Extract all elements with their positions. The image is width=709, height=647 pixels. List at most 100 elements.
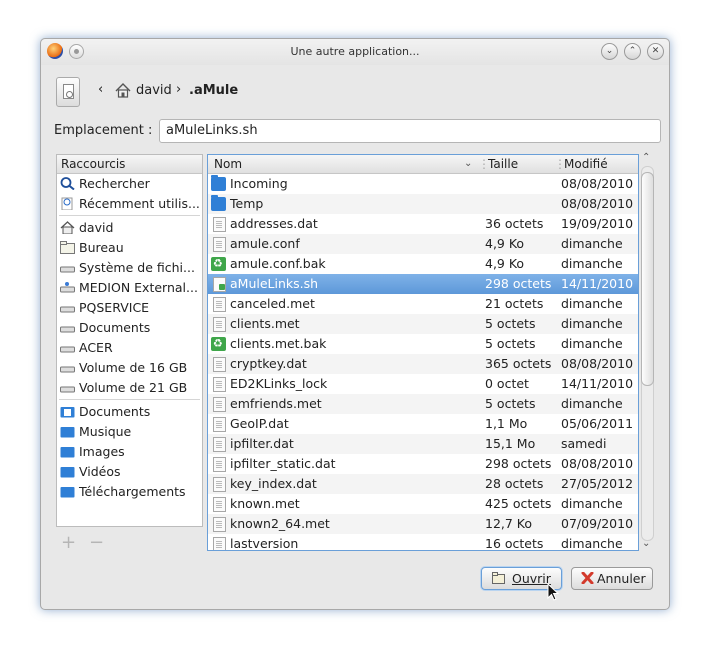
place-label: david	[79, 220, 114, 235]
place-item-videos[interactable]: Vidéos	[57, 462, 202, 482]
cancel-button[interactable]: Annuler	[571, 567, 653, 590]
place-label: Documents	[79, 404, 151, 419]
file-name: lastversion	[230, 536, 299, 551]
place-item-volume-16[interactable]: Volume de 16 GB	[57, 358, 202, 378]
file-row[interactable]: ipfilter.dat 15,1 Mo samedi	[208, 434, 638, 454]
place-item-acer[interactable]: ACER	[57, 338, 202, 358]
file-row[interactable]: key_index.dat 28 octets 27/05/2012	[208, 474, 638, 494]
file-modified: dimanche	[561, 396, 623, 411]
search-icon	[60, 177, 75, 190]
file-modified: 05/06/2011	[561, 416, 634, 431]
file-row[interactable]: amule.conf.bak 4,9 Ko dimanche	[208, 254, 638, 274]
file-size: 0 octet	[485, 376, 529, 391]
drive-icon	[60, 366, 75, 373]
file-row[interactable]: lastversion 16 octets dimanche	[208, 534, 638, 551]
breadcrumb-item-current[interactable]: .aMule	[189, 83, 238, 98]
place-item-documents[interactable]: Documents	[57, 402, 202, 422]
file-row[interactable]: clients.met 5 octets dimanche	[208, 314, 638, 334]
place-item-volume-21[interactable]: Volume de 21 GB	[57, 378, 202, 398]
file-modified: dimanche	[561, 236, 623, 251]
file-row[interactable]: known2_64.met 12,7 Ko 07/09/2010	[208, 514, 638, 534]
file-row[interactable]: canceled.met 21 octets dimanche	[208, 294, 638, 314]
chevron-down-icon: ⌄	[605, 46, 614, 56]
place-item-home[interactable]: david	[57, 218, 202, 238]
file-icon	[213, 237, 226, 252]
file-modified: 19/09/2010	[561, 216, 634, 231]
breadcrumb-back-arrow[interactable]: ‹	[98, 82, 103, 97]
column-size[interactable]: Taille	[488, 155, 518, 173]
file-row[interactable]: ED2KLinks_lock 0 octet 14/11/2010	[208, 374, 638, 394]
documents-folder-icon	[60, 407, 75, 418]
file-list[interactable]: Nom ⌄ ⋮ Taille ⋮ Modifié Incoming 08/08/2…	[207, 154, 639, 551]
minimize-button[interactable]: ⌄	[601, 43, 618, 60]
file-name: known.met	[230, 496, 300, 511]
close-icon: ✕	[651, 46, 660, 56]
file-size: 365 octets	[485, 356, 552, 371]
place-item-filesystem[interactable]: Système de fichi...	[57, 258, 202, 278]
file-name: Temp	[230, 196, 264, 211]
file-row[interactable]: addresses.dat 36 octets 19/09/2010	[208, 214, 638, 234]
file-row[interactable]: Incoming 08/08/2010	[208, 174, 638, 194]
breadcrumb-separator: ›	[176, 82, 182, 97]
file-icon	[213, 377, 226, 392]
file-size: 425 octets	[485, 496, 552, 511]
file-size: 12,7 Ko	[485, 516, 533, 531]
file-icon	[213, 537, 226, 550]
place-item-images[interactable]: Images	[57, 442, 202, 462]
scroll-thumb[interactable]	[641, 172, 654, 386]
remove-place-button[interactable]: −	[89, 532, 104, 553]
open-folder-icon	[492, 572, 505, 584]
mouse-cursor-icon	[547, 583, 559, 601]
close-button[interactable]: ✕	[647, 43, 664, 60]
file-size: 298 octets	[485, 456, 552, 471]
file-row[interactable]: amule.conf 4,9 Ko dimanche	[208, 234, 638, 254]
scroll-down-icon[interactable]: ⌄	[642, 538, 650, 549]
file-modified: dimanche	[561, 316, 623, 331]
folder-icon	[60, 427, 75, 438]
clock-icon	[61, 197, 73, 210]
place-item-downloads[interactable]: Téléchargements	[57, 482, 202, 502]
drive-icon	[60, 346, 75, 353]
open-button-label: Ouvrir	[512, 571, 551, 586]
place-item-pqservice[interactable]: PQSERVICE	[57, 298, 202, 318]
file-name: GeoIP.dat	[230, 416, 289, 431]
place-item-desktop[interactable]: Bureau	[57, 238, 202, 258]
breadcrumb-item-david[interactable]: david	[136, 83, 172, 98]
file-name: ipfilter.dat	[230, 436, 294, 451]
file-row[interactable]: GeoIP.dat 1,1 Mo 05/06/2011	[208, 414, 638, 434]
file-row[interactable]: Temp 08/08/2010	[208, 194, 638, 214]
file-row[interactable]: clients.met.bak 5 octets dimanche	[208, 334, 638, 354]
vertical-scrollbar[interactable]: ⌃ ⌄	[640, 152, 654, 551]
place-item-music[interactable]: Musique	[57, 422, 202, 442]
column-modified[interactable]: Modifié	[564, 155, 608, 173]
location-input[interactable]	[159, 119, 661, 143]
file-size: 36 octets	[485, 216, 544, 231]
place-label: ACER	[79, 340, 113, 355]
file-name: amule.conf	[230, 236, 300, 251]
add-place-button[interactable]: +	[61, 532, 76, 553]
place-item-documents-drive[interactable]: Documents	[57, 318, 202, 338]
place-item-search[interactable]: Rechercher	[57, 174, 202, 194]
places-header[interactable]: Raccourcis	[57, 155, 202, 174]
place-label: Récemment utilis...	[79, 196, 200, 211]
maximize-button[interactable]: ⌃	[624, 43, 641, 60]
column-name[interactable]: Nom	[214, 155, 242, 173]
place-item-medion[interactable]: MEDION External...	[57, 278, 202, 298]
drive-icon	[60, 306, 75, 313]
file-icon	[213, 397, 226, 412]
scroll-up-icon[interactable]: ⌃	[642, 152, 650, 163]
file-row[interactable]: emfriends.met 5 octets dimanche	[208, 394, 638, 414]
sort-chevron-down-icon[interactable]: ⌄	[464, 155, 472, 173]
file-modified: dimanche	[561, 496, 623, 511]
home-icon	[115, 83, 131, 98]
file-modified: dimanche	[561, 256, 623, 271]
file-row[interactable]: known.met 425 octets dimanche	[208, 494, 638, 514]
column-headers: Nom ⌄ ⋮ Taille ⋮ Modifié	[208, 155, 638, 174]
place-item-recent[interactable]: Récemment utilis...	[57, 194, 202, 214]
file-row[interactable]: aMuleLinks.sh 298 octets 14/11/2010	[208, 274, 638, 294]
file-row[interactable]: cryptkey.dat 365 octets 08/08/2010	[208, 354, 638, 374]
file-row[interactable]: ipfilter_static.dat 298 octets 08/08/2010	[208, 454, 638, 474]
file-size: 5 octets	[485, 316, 536, 331]
drive-icon	[60, 266, 75, 273]
file-info-button[interactable]	[56, 77, 80, 107]
